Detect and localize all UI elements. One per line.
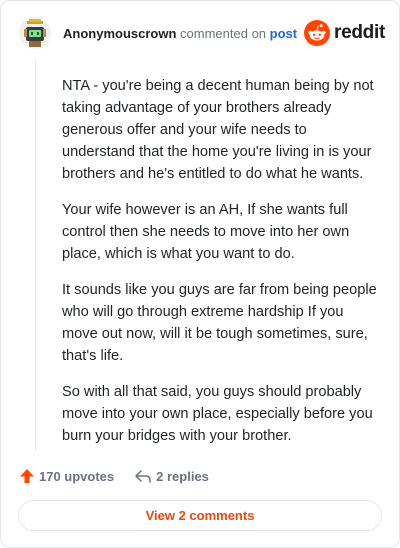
thread-line <box>35 59 36 451</box>
comment-paragraph: Your wife however is an AH, If she wants… <box>62 202 350 262</box>
comment-paragraph: NTA - you're being a decent human being … <box>62 78 374 182</box>
comment-actions: 170 upvotes 2 replies <box>19 466 209 486</box>
header-text: Anonymouscrown commented on post <box>63 26 297 41</box>
upvote-count: 170 upvotes <box>39 468 115 484</box>
action-text: commented on <box>180 26 267 41</box>
upvote-arrow-icon <box>20 469 34 483</box>
reply-arrow-icon <box>135 470 151 483</box>
comment-card: Anonymouscrown commented on post reddit … <box>0 0 400 548</box>
reddit-logo-icon <box>304 20 331 46</box>
replies-button[interactable]: 2 replies <box>134 468 209 484</box>
comment-body: NTA - you're being a decent human being … <box>62 75 380 461</box>
view-comments-button[interactable]: View 2 comments <box>18 500 382 531</box>
reddit-logo-text: reddit <box>334 22 385 43</box>
reply-count: 2 replies <box>156 468 209 484</box>
comment-paragraph: It sounds like you guys are far from bei… <box>62 282 377 364</box>
username[interactable]: Anonymouscrown <box>63 26 176 41</box>
post-link[interactable]: post <box>270 26 297 41</box>
upvote-button[interactable]: 170 upvotes <box>19 468 114 484</box>
snoo-avatar-icon <box>19 17 51 49</box>
reddit-logo[interactable]: reddit <box>304 19 385 47</box>
avatar[interactable] <box>19 17 51 49</box>
comment-header: Anonymouscrown commented on post reddit <box>19 17 385 49</box>
comment-paragraph: So with all that said, you guys should p… <box>62 384 373 444</box>
